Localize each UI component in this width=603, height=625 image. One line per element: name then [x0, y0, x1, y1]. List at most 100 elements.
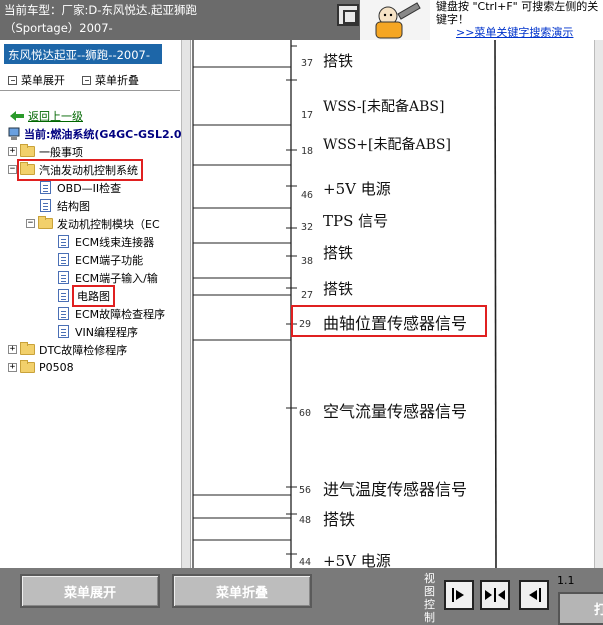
model-title: 东风悦达起亚--狮跑--2007- [4, 44, 162, 64]
nav-fit-button[interactable] [480, 580, 510, 610]
document-icon [58, 253, 69, 266]
split-arrows-icon [485, 588, 505, 602]
collapse-all-button[interactable]: 菜单折叠 [172, 574, 312, 608]
folder-open-icon [38, 216, 53, 229]
tree-node-label: 发动机控制模块（EC [57, 217, 160, 231]
pin-number: 60 [299, 408, 312, 419]
window-icon[interactable] [337, 4, 359, 26]
document-icon [58, 325, 69, 338]
collapse-icon [82, 75, 91, 85]
tree-node-label: ECM端子功能 [75, 253, 144, 267]
document-icon [58, 271, 69, 284]
pin-number: 48 [299, 515, 312, 526]
folder-icon [20, 144, 35, 157]
tree-node-label: VIN编程程序 [75, 325, 138, 339]
document-icon [40, 199, 51, 212]
search-tip: 键盘按 "Ctrl+F" 可搜索左侧的关键字！ [436, 0, 599, 26]
folder-open-icon [20, 162, 35, 175]
back-link-label: 返回上一级 [28, 110, 83, 123]
tree-node-p0508[interactable]: + P0508 [8, 359, 74, 376]
arrow-right-icon [452, 588, 464, 602]
pin-label: 搭铁 [323, 52, 354, 70]
tree-node-circuit-diagram[interactable]: 电路图 [58, 284, 115, 307]
document-icon [58, 235, 69, 248]
pin-label: WSS+[未配备ABS] [323, 137, 451, 153]
pin-label: 搭铁 [323, 280, 354, 298]
pin-number: 46 [301, 190, 314, 201]
tree-node-general[interactable]: + 一般事项 [8, 143, 83, 160]
expand-all-button[interactable]: 菜单展开 [20, 574, 160, 608]
folder-icon [20, 342, 35, 355]
pin-number: 37 [301, 58, 314, 69]
document-icon [58, 289, 69, 302]
pin-label: 搭铁 [323, 244, 354, 262]
divider [0, 90, 180, 91]
pin-number: 38 [301, 256, 314, 267]
tree-node-label: P0508 [39, 361, 74, 374]
tree-node-label: ECM线束连接器 [75, 235, 155, 249]
pin-label: +5V 电源 [323, 180, 391, 198]
pin-label: 进气温度传感器信号 [323, 480, 468, 499]
view-control-label: 视图控制 [424, 572, 435, 624]
tree-node-label: 电路图 [72, 284, 115, 307]
pin-number: 44 [299, 557, 312, 568]
folder-icon [20, 360, 35, 373]
vehicle-model-line2: （Sportage）2007- [4, 21, 113, 35]
tree-node-label: OBD—II检查 [57, 181, 122, 195]
current-location-label: 当前:燃油系统(G4GC-GSL2.0 [24, 128, 182, 141]
pin-label: WSS-[未配备ABS] [323, 99, 445, 115]
search-demo-link[interactable]: >>菜单关键字搜索演示 [456, 24, 573, 40]
back-arrow-icon [10, 111, 24, 121]
nav-expand-left-button[interactable] [519, 580, 549, 610]
bottom-toolbar: 菜单展开 菜单折叠 视图控制 1.1 打 [0, 568, 603, 625]
back-link[interactable]: 返回上一级 [10, 108, 83, 124]
menu-tree-panel: 东风悦达起亚--狮跑--2007- 菜单展开 菜单折叠 返回上一级 当前:燃油系… [0, 40, 190, 568]
pin-number: 32 [301, 222, 314, 233]
pin-number: 27 [301, 290, 314, 301]
tree-node-gasoline-engine-control[interactable]: − 汽油发动机控制系统 [8, 158, 143, 181]
expand-all-link[interactable]: 菜单展开 [8, 72, 65, 88]
tree-node-structure-diagram[interactable]: 结构图 [40, 197, 90, 214]
tree-node-ecm-connector[interactable]: ECM线束连接器 [58, 233, 154, 250]
diagram-scrollbar[interactable] [594, 40, 603, 568]
collapse-toggle-icon[interactable]: − [8, 165, 17, 174]
expand-toggle-icon[interactable]: + [8, 345, 17, 354]
expand-all-label: 菜单展开 [21, 74, 65, 87]
tree-node-label: ECM端子输入/输 [75, 271, 158, 285]
expand-icon [8, 75, 17, 85]
vehicle-model-line1: 当前车型：厂家:D-东风悦达.起亚狮跑 [4, 3, 198, 17]
collapse-all-label: 菜单折叠 [95, 74, 139, 87]
arrow-left-icon [529, 588, 541, 602]
header-bar: 当前车型：厂家:D-东风悦达.起亚狮跑 （Sportage）2007- 键盘按 … [0, 0, 603, 40]
current-location: 当前:燃油系统(G4GC-GSL2.0 [8, 126, 181, 142]
nav-expand-right-button[interactable] [444, 580, 474, 610]
tree-node-label: 一般事项 [39, 145, 83, 159]
circuit-diagram-viewer[interactable]: 37 搭铁 17 WSS-[未配备ABS] 18 WSS+[未配备ABS] 46… [191, 40, 603, 568]
collapse-toggle-icon[interactable]: − [26, 219, 35, 228]
pin-label: 搭铁 [323, 510, 356, 529]
pin-number: 17 [301, 110, 314, 121]
computer-icon [8, 127, 20, 140]
expand-toggle-icon[interactable]: + [8, 147, 17, 156]
mascot-wrench-icon [360, 0, 430, 40]
tree-node-label: 结构图 [57, 199, 90, 213]
highlight-box: 汽油发动机控制系统 [17, 158, 143, 181]
tree-node-ecm-terminal-function[interactable]: ECM端子功能 [58, 251, 143, 268]
tree-node-ecm-terminal-io[interactable]: ECM端子输入/输 [58, 269, 158, 286]
page-indicator: 1.1 [557, 574, 575, 587]
tree-node-vin-programming[interactable]: VIN编程程序 [58, 323, 138, 340]
pin-number: 56 [299, 485, 312, 496]
tree-node-dtc-troubleshooting[interactable]: + DTC故障检修程序 [8, 341, 127, 358]
tree-node-ecm[interactable]: − 发动机控制模块（EC [26, 215, 160, 232]
tree-node-ecm-troubleshooting[interactable]: ECM故障检查程序 [58, 305, 165, 322]
tree-node-label: 汽油发动机控制系统 [39, 163, 138, 177]
document-icon [58, 307, 69, 320]
tree-node-label: DTC故障检修程序 [39, 343, 128, 357]
highlight-box [291, 305, 487, 337]
print-button[interactable]: 打 [558, 592, 603, 625]
pin-label: TPS 信号 [323, 212, 389, 230]
tree-scrollbar[interactable] [181, 40, 190, 568]
expand-toggle-icon[interactable]: + [8, 363, 17, 372]
collapse-all-link[interactable]: 菜单折叠 [82, 72, 139, 88]
tree-node-obd-check[interactable]: OBD—II检查 [40, 179, 121, 196]
